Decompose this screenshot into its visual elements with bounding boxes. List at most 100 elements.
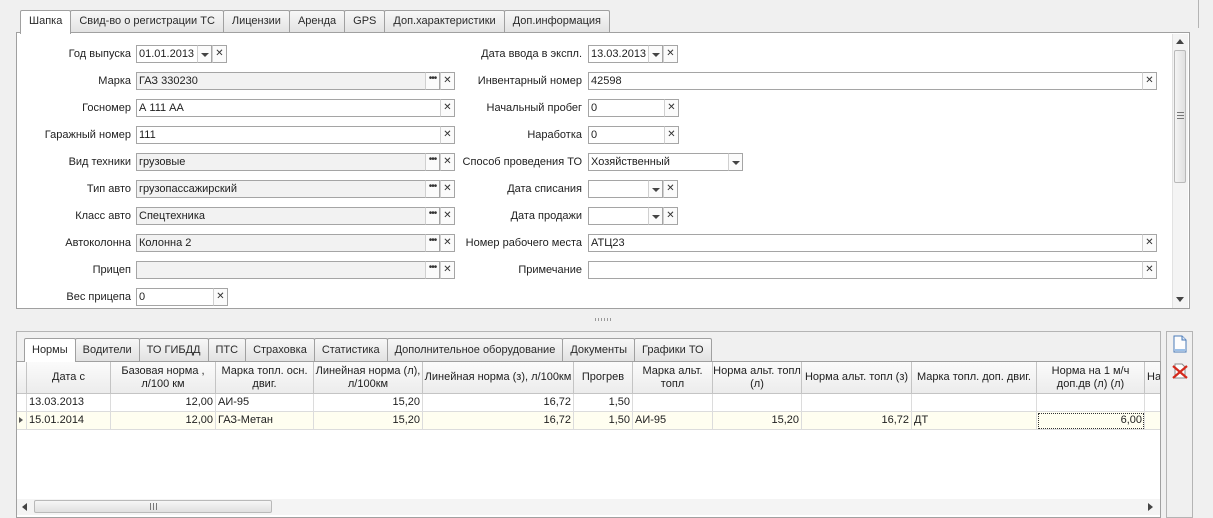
tab-pts[interactable]: ПТС	[207, 338, 247, 361]
grid-cell[interactable]: 1,50	[574, 412, 633, 430]
tab-extra-information[interactable]: Доп.информация	[503, 10, 610, 33]
sale-date-dropdown-button[interactable]	[648, 207, 663, 225]
scroll-down-icon[interactable]	[1176, 297, 1184, 302]
grid-cell[interactable]: 16,72	[423, 412, 574, 430]
grid-cell[interactable]: ГАЗ-Метан	[216, 412, 314, 430]
row-indicator[interactable]	[17, 412, 27, 430]
grid-cell[interactable]	[1145, 412, 1160, 430]
inventory-number-clear-button[interactable]: ✕	[1142, 72, 1157, 90]
trailer-weight-clear-button[interactable]: ✕	[213, 288, 228, 306]
tab-gps[interactable]: GPS	[344, 10, 386, 33]
workplace-number-clear-button[interactable]: ✕	[1142, 234, 1157, 252]
scroll-right-icon[interactable]	[1148, 503, 1153, 511]
grid-cell[interactable]: 15,20	[314, 412, 423, 430]
tab-registration-certificate[interactable]: Свид-во о регистрации ТС	[70, 10, 224, 33]
commission-date-field[interactable]: 13.03.2013	[588, 45, 649, 63]
garage-number-clear-button[interactable]: ✕	[440, 126, 455, 144]
brand-field[interactable]: ГАЗ 330230	[136, 72, 426, 90]
operating-time-clear-button[interactable]: ✕	[664, 126, 679, 144]
initial-mileage-clear-button[interactable]: ✕	[664, 99, 679, 117]
year-dropdown-button[interactable]	[197, 45, 212, 63]
year-clear-button[interactable]: ✕	[212, 45, 227, 63]
column-header[interactable]: Норма альт. топл (з)	[802, 362, 912, 394]
vehicle-kind-select-button[interactable]: •••	[425, 153, 440, 171]
auto-type-field[interactable]: грузопассажирский	[136, 180, 426, 198]
trailer-weight-field[interactable]: 0	[136, 288, 214, 306]
inventory-number-field[interactable]: 42598	[588, 72, 1143, 90]
column-header[interactable]: Базовая норма , л/100 км	[111, 362, 216, 394]
sale-date-clear-button[interactable]: ✕	[663, 207, 678, 225]
workplace-number-field[interactable]: АТЦ23	[588, 234, 1143, 252]
grid-cell[interactable]: 12,00	[111, 412, 216, 430]
tab-additional-equipment[interactable]: Дополнительное оборудование	[386, 338, 564, 361]
tab-gibdd-inspection[interactable]: ТО ГИБДД	[138, 338, 209, 361]
tab-licenses[interactable]: Лицензии	[222, 10, 290, 33]
auto-type-select-button[interactable]: •••	[425, 180, 440, 198]
grid-cell[interactable]	[1037, 394, 1145, 412]
vehicle-kind-field[interactable]: грузовые	[136, 153, 426, 171]
motor-column-clear-button[interactable]: ✕	[440, 234, 455, 252]
tab-drivers[interactable]: Водители	[74, 338, 140, 361]
column-header[interactable]: Линейная норма (л), л/100км	[314, 362, 423, 394]
auto-class-field[interactable]: Спецтехника	[136, 207, 426, 225]
tab-statistics[interactable]: Статистика	[313, 338, 388, 361]
grid-cell[interactable]	[1145, 394, 1160, 412]
brand-clear-button[interactable]: ✕	[440, 72, 455, 90]
scroll-left-icon[interactable]	[22, 503, 27, 511]
tab-documents[interactable]: Документы	[562, 338, 636, 361]
tab-norms[interactable]: Нормы	[24, 338, 76, 362]
auto-type-clear-button[interactable]: ✕	[440, 180, 455, 198]
plate-field[interactable]: А 111 АА	[136, 99, 441, 117]
year-field[interactable]: 01.01.2013	[136, 45, 198, 63]
row-indicator[interactable]	[17, 394, 27, 412]
motor-column-field[interactable]: Колонна 2	[136, 234, 426, 252]
grid-cell[interactable]: 12,00	[111, 394, 216, 412]
grid-cell[interactable]: 15,20	[314, 394, 423, 412]
commission-date-clear-button[interactable]: ✕	[663, 45, 678, 63]
auto-class-select-button[interactable]: •••	[425, 207, 440, 225]
note-field[interactable]	[588, 261, 1143, 279]
plate-clear-button[interactable]: ✕	[440, 99, 455, 117]
note-clear-button[interactable]: ✕	[1142, 261, 1157, 279]
tab-extra-characteristics[interactable]: Доп.характеристики	[384, 10, 505, 33]
panel-splitter[interactable]	[595, 318, 611, 321]
motor-column-select-button[interactable]: •••	[425, 234, 440, 252]
grid-cell[interactable]: 15.01.2014	[27, 412, 111, 430]
column-header[interactable]: Марка альт. топл	[633, 362, 713, 394]
grid-cell[interactable]: 1,50	[574, 394, 633, 412]
sale-date-field[interactable]	[588, 207, 649, 225]
column-header[interactable]: Прогрев	[574, 362, 633, 394]
column-header[interactable]: Марка топл. доп. двиг.	[912, 362, 1037, 394]
column-header[interactable]: Норма альт. топл (л)	[713, 362, 802, 394]
grid-cell[interactable]: 16,72	[423, 394, 574, 412]
tab-insurance[interactable]: Страховка	[245, 338, 315, 361]
scroll-up-icon[interactable]	[1176, 39, 1184, 44]
column-header[interactable]: На	[1145, 362, 1160, 394]
grid-cell[interactable]	[713, 394, 802, 412]
column-header[interactable]: Дата с	[27, 362, 111, 394]
grid-cell[interactable]: 15,20	[713, 412, 802, 430]
column-header[interactable]: Линейная норма (з), л/100км	[423, 362, 574, 394]
grid-cell[interactable]: 13.03.2013	[27, 394, 111, 412]
grid-cell[interactable]	[633, 394, 713, 412]
auto-class-clear-button[interactable]: ✕	[440, 207, 455, 225]
tab-maintenance-schedules[interactable]: Графики ТО	[634, 338, 712, 361]
vehicle-kind-clear-button[interactable]: ✕	[440, 153, 455, 171]
trailer-clear-button[interactable]: ✕	[440, 261, 455, 279]
garage-number-field[interactable]: 111	[136, 126, 441, 144]
tab-header[interactable]: Шапка	[20, 10, 72, 34]
write-off-date-field[interactable]	[588, 180, 649, 198]
trailer-field[interactable]	[136, 261, 426, 279]
grid-cell[interactable]: АИ-95	[216, 394, 314, 412]
operating-time-field[interactable]: 0	[588, 126, 665, 144]
grid-cell-focused[interactable]: 6,00	[1037, 412, 1145, 430]
tab-rent[interactable]: Аренда	[288, 10, 346, 33]
grid-cell[interactable]: 16,72	[802, 412, 912, 430]
delete-icon[interactable]	[1172, 362, 1188, 380]
brand-select-button[interactable]: •••	[425, 72, 440, 90]
grid-cell[interactable]	[912, 394, 1037, 412]
column-header[interactable]: Норма на 1 м/ч доп.дв (л) (л)	[1037, 362, 1145, 394]
write-off-date-dropdown-button[interactable]	[648, 180, 663, 198]
maintenance-method-dropdown-button[interactable]	[728, 153, 743, 171]
write-off-date-clear-button[interactable]: ✕	[663, 180, 678, 198]
